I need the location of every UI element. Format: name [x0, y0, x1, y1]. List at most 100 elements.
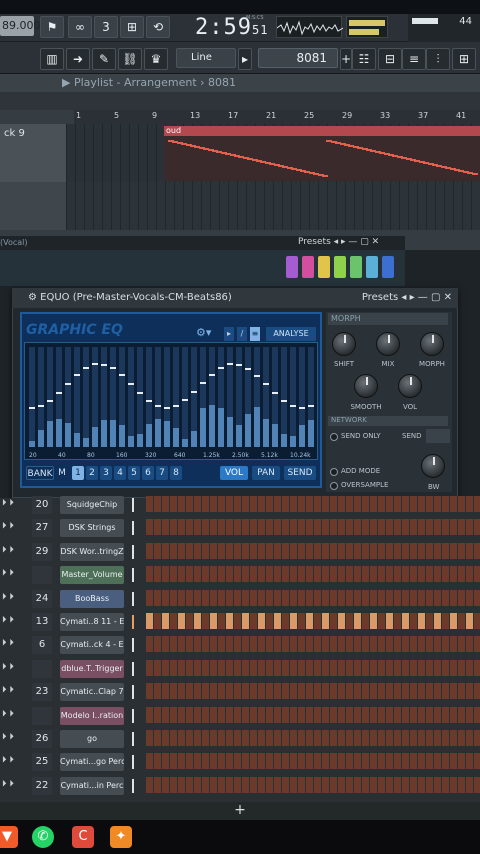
band-button-4[interactable]: 4 — [114, 466, 126, 480]
eq-band-column[interactable] — [236, 347, 242, 447]
mixer-track-number[interactable] — [32, 706, 52, 725]
eq-band-level[interactable] — [254, 375, 260, 377]
eq-band-level[interactable] — [101, 364, 107, 366]
mute-icon[interactable]: ⏵ ⏵ — [2, 498, 14, 508]
channel-button[interactable]: SquidgeChip — [60, 496, 124, 514]
select-led[interactable] — [132, 521, 134, 536]
select-led[interactable] — [132, 615, 134, 629]
channel-button[interactable]: Cymatic..Clap 7 — [60, 683, 124, 702]
metronome-icon[interactable]: ⚑ — [40, 16, 64, 38]
step-sequencer[interactable] — [146, 519, 480, 536]
select-led[interactable] — [132, 755, 134, 770]
channel-button[interactable]: dblue.T..Trigger — [60, 659, 124, 678]
eq-band-column[interactable] — [29, 347, 35, 447]
eq-band-level[interactable] — [110, 367, 116, 369]
mute-icon[interactable]: ⏵ ⏵ — [2, 779, 14, 789]
eq-band-level[interactable] — [173, 405, 179, 407]
playlist-icon[interactable]: ☷ — [352, 48, 376, 70]
eq-band-level[interactable] — [263, 383, 269, 385]
eq-band-level[interactable] — [290, 405, 296, 407]
mute-icon[interactable]: ⏵ ⏵ — [2, 685, 14, 695]
mute-icon[interactable]: ⏵ ⏵ — [2, 662, 14, 672]
mixer-track-number[interactable]: 23 — [32, 683, 52, 702]
step-sequencer[interactable] — [146, 542, 480, 559]
m-button[interactable]: M — [56, 466, 68, 480]
window-controls[interactable]: Presets ◂ ▸ — ▢ ✕ — [362, 288, 452, 308]
eq-band-level[interactable] — [128, 383, 134, 385]
channel-button[interactable]: Cymati..ck 4 - E — [60, 636, 124, 655]
eq-graph[interactable]: 20 40 80 160 320 640 1.25k 2.50k 5.12k 10.24k — [24, 342, 318, 460]
mixer-track-number[interactable]: 13 — [32, 613, 52, 631]
mute-icon[interactable]: ⏵ ⏵ — [2, 568, 14, 578]
eq-band-level[interactable] — [236, 364, 242, 366]
channel-row[interactable]: ⏵ ⏵ 24 BooBass — [0, 588, 480, 611]
mute-icon[interactable]: ⏵ ⏵ — [2, 615, 14, 625]
channel-row[interactable]: ⏵ ⏵ 27 DSK Strings — [0, 517, 480, 540]
step-sequencer[interactable] — [146, 613, 480, 629]
vol-knob[interactable] — [398, 374, 422, 398]
eq-band-column[interactable] — [83, 347, 89, 447]
tool-button[interactable]: ▸ — [224, 327, 234, 341]
eq-band-level[interactable] — [146, 400, 152, 402]
wait-icon[interactable]: ∞ — [68, 16, 92, 38]
eq-band-column[interactable] — [146, 347, 152, 447]
band-button-5[interactable]: 5 — [128, 466, 140, 480]
channel-row[interactable]: ⏵ ⏵ Modelo I..ration — [0, 705, 480, 728]
channel-row[interactable]: ⏵ ⏵ 13 Cymati..8 11 - E — [0, 611, 480, 634]
timeline-ruler[interactable]: 1 5 9 13 17 21 25 29 33 37 41 — [74, 110, 480, 124]
mixer-track-number[interactable]: 26 — [32, 730, 52, 748]
step-sequencer[interactable] — [146, 730, 480, 746]
eq-band-level[interactable] — [38, 405, 44, 407]
select-led[interactable] — [132, 591, 134, 606]
eq-band-column[interactable] — [164, 347, 170, 447]
snap-select[interactable]: Line — [176, 48, 236, 68]
eq-band-column[interactable] — [227, 347, 233, 447]
track-lane-2[interactable] — [66, 182, 480, 230]
tempo-display[interactable]: 89.000 — [0, 16, 41, 36]
gear-icon[interactable]: ⚙ — [28, 292, 37, 303]
step-sequencer[interactable] — [146, 753, 480, 770]
channel-row[interactable]: ⏵ ⏵ 22 Cymati...in Perc — [0, 775, 480, 798]
add-mode-radio[interactable] — [330, 468, 338, 476]
step-sequencer[interactable] — [146, 659, 480, 676]
eq-band-level[interactable] — [308, 405, 314, 407]
pan-mode-button[interactable]: PAN — [252, 466, 280, 480]
select-led[interactable] — [132, 778, 134, 793]
send-only-radio[interactable] — [330, 433, 338, 441]
band-button-8[interactable]: 8 — [170, 466, 182, 480]
eq-band-level[interactable] — [182, 399, 188, 401]
band-button-6[interactable]: 6 — [142, 466, 154, 480]
smooth-knob[interactable] — [354, 374, 378, 398]
select-led[interactable] — [132, 708, 134, 723]
step-sequencer[interactable] — [146, 636, 480, 653]
band-button-3[interactable]: 3 — [100, 466, 112, 480]
eq-band-column[interactable] — [209, 347, 215, 447]
tool-button[interactable]: / — [237, 327, 247, 341]
eq-band-column[interactable] — [110, 347, 116, 447]
step-sequencer[interactable] — [146, 776, 480, 793]
channel-row[interactable]: ⏵ ⏵ 23 Cymatic..Clap 7 — [0, 681, 480, 704]
send-mode-button[interactable]: SEND — [284, 466, 316, 480]
loop-record-icon[interactable]: ⟲ — [146, 16, 170, 38]
bw-knob[interactable] — [421, 454, 445, 478]
channel-button[interactable]: Modelo I..ration — [60, 706, 124, 725]
eq-band-level[interactable] — [191, 391, 197, 393]
channel-button[interactable]: Master_Volume — [60, 566, 124, 585]
mixer-track-number[interactable]: 22 — [32, 776, 52, 795]
mixer-slot[interactable] — [286, 256, 298, 278]
eq-band-column[interactable] — [200, 347, 206, 447]
eq-band-level[interactable] — [299, 407, 305, 409]
oversample-radio[interactable] — [330, 482, 338, 490]
mixer-track-number[interactable]: 25 — [32, 753, 52, 772]
channel-row[interactable]: ⏵ ⏵ 6 Cymati..ck 4 - E — [0, 634, 480, 657]
channel-button[interactable]: BooBass — [60, 589, 124, 608]
eq-band-level[interactable] — [92, 363, 98, 365]
tool-button[interactable]: ≡ — [250, 327, 260, 341]
eq-band-level[interactable] — [155, 405, 161, 407]
mixer-presets[interactable]: Presets ◂ ▸ — ▢ ✕ — [298, 237, 379, 247]
piano-icon[interactable]: ▥ — [40, 48, 64, 70]
band-button-7[interactable]: 7 — [156, 466, 168, 480]
step-sequencer[interactable] — [146, 706, 480, 723]
channel-row[interactable]: ⏵ ⏵ Master_Volume — [0, 564, 480, 587]
channel-button[interactable]: Cymati...in Perc — [60, 776, 124, 795]
